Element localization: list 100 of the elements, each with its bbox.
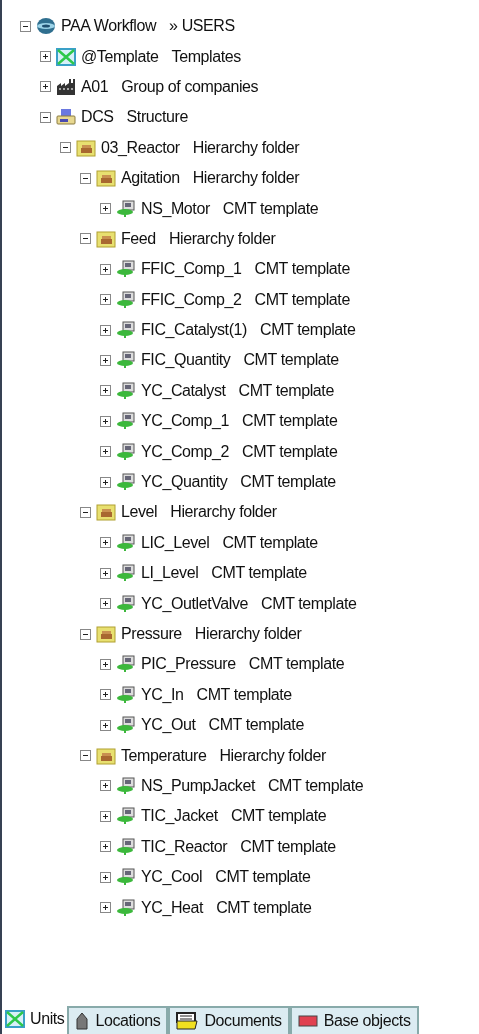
expand-icon[interactable] — [100, 598, 111, 610]
folder-icon — [96, 625, 116, 643]
expand-icon[interactable] — [40, 51, 51, 63]
expand-icon[interactable] — [100, 537, 111, 549]
item-type: CMT template — [242, 411, 338, 432]
item-name[interactable]: FFIC_Comp_1 — [141, 257, 242, 282]
expand-icon[interactable] — [100, 294, 111, 306]
item-type: CMT template — [208, 715, 304, 736]
expand-icon[interactable] — [100, 355, 111, 366]
pump-icon — [116, 473, 136, 492]
item-type: CMT template — [196, 684, 292, 705]
item-type: » USERS — [169, 16, 235, 37]
item-type: CMT template — [242, 441, 338, 462]
collapse-icon[interactable] — [20, 20, 31, 32]
house-icon — [75, 1012, 90, 1030]
item-name[interactable]: FFIC_Comp_2 — [141, 287, 242, 312]
collapse-icon[interactable] — [40, 111, 51, 123]
item-name[interactable]: Level — [121, 500, 158, 525]
item-name[interactable]: LIC_Level — [141, 530, 210, 555]
collapse-icon[interactable] — [80, 506, 91, 518]
item-name[interactable]: A01 — [81, 74, 109, 99]
item-name[interactable]: Agitation — [121, 166, 180, 191]
item-type: Hierarchy folder — [168, 228, 276, 249]
item-name[interactable]: YC_Out — [141, 713, 196, 738]
item-name[interactable]: NS_Motor — [141, 196, 210, 221]
tab[interactable]: Locations — [67, 1006, 169, 1034]
expand-icon[interactable] — [100, 446, 111, 458]
item-name[interactable]: YC_Cool — [141, 865, 203, 890]
collapse-icon[interactable] — [60, 142, 71, 154]
tab[interactable]: Base objects — [289, 1006, 419, 1034]
item-type: CMT template — [222, 532, 318, 553]
expand-icon[interactable] — [100, 476, 111, 488]
expand-icon[interactable] — [100, 203, 111, 215]
item-name[interactable]: YC_In — [141, 682, 184, 707]
item-name[interactable]: PIC_Pressure — [141, 652, 236, 677]
pump-icon — [116, 533, 136, 552]
expand-icon[interactable] — [100, 263, 111, 275]
expand-icon[interactable] — [100, 841, 111, 853]
collapse-icon[interactable] — [80, 628, 91, 640]
item-name[interactable]: FIC_Quantity — [141, 348, 231, 373]
item-name[interactable]: PAA Workflow — [61, 14, 157, 39]
printer-icon — [56, 108, 76, 127]
expand-icon[interactable] — [100, 689, 111, 701]
pump-icon — [116, 564, 136, 583]
item-name[interactable]: YC_Comp_1 — [141, 409, 229, 434]
item-name[interactable]: DCS — [81, 105, 114, 130]
expand-icon[interactable] — [100, 658, 111, 670]
collapse-icon[interactable] — [80, 172, 91, 184]
item-type: CMT template — [261, 593, 357, 614]
item-name[interactable]: TIC_Reactor — [141, 834, 228, 859]
collapse-icon[interactable] — [80, 750, 91, 762]
pump-icon — [116, 260, 136, 279]
pump-icon — [116, 807, 136, 826]
item-name[interactable]: YC_Comp_2 — [141, 439, 229, 464]
item-type: CMT template — [267, 775, 364, 796]
item-name[interactable]: Temperature — [121, 743, 207, 768]
item-name[interactable]: TIC_Jacket — [141, 804, 218, 829]
expand-icon[interactable] — [40, 81, 51, 93]
pump-icon — [116, 351, 136, 370]
expand-icon[interactable] — [100, 324, 111, 336]
expand-icon[interactable] — [100, 719, 111, 731]
expand-icon[interactable] — [100, 871, 111, 883]
pump-icon — [116, 837, 136, 856]
item-name[interactable]: YC_Catalyst — [141, 378, 226, 403]
item-name[interactable]: YC_Heat — [141, 895, 204, 920]
pump-icon — [116, 412, 136, 431]
item-name[interactable]: YC_Quantity — [141, 470, 228, 495]
item-name[interactable]: 03_Reactor — [101, 135, 180, 160]
item-type: Hierarchy folder — [194, 624, 302, 644]
expand-icon[interactable] — [100, 567, 111, 579]
expand-icon[interactable] — [100, 385, 111, 397]
expand-icon[interactable] — [100, 415, 111, 427]
pump-icon — [116, 381, 136, 400]
pump-icon — [116, 868, 136, 887]
item-type: CMT template — [248, 654, 345, 675]
tab[interactable]: Documents — [168, 1006, 290, 1034]
pump-icon — [116, 776, 136, 795]
folder-icon — [76, 138, 96, 157]
item-type: Hierarchy folder — [192, 168, 300, 189]
item-name[interactable]: Feed — [121, 226, 156, 251]
expand-icon[interactable] — [100, 780, 111, 792]
expand-icon[interactable] — [100, 902, 111, 913]
pump-icon — [116, 716, 136, 735]
crossed-box-icon — [5, 1009, 25, 1028]
item-name[interactable]: Pressure — [121, 622, 182, 646]
item-name[interactable]: FIC_Catalyst(1) — [141, 318, 248, 343]
expand-icon[interactable] — [100, 810, 111, 822]
item-name[interactable]: LI_Level — [141, 561, 199, 586]
pump-icon — [116, 685, 136, 704]
item-type: CMT template — [230, 806, 327, 827]
item-type: CMT template — [238, 380, 334, 401]
folder-icon — [176, 1012, 199, 1030]
pump-icon — [116, 290, 136, 309]
collapse-icon[interactable] — [80, 233, 91, 245]
folder-icon — [96, 169, 116, 188]
folder-icon — [96, 746, 116, 765]
item-name[interactable]: YC_OutletValve — [141, 591, 249, 616]
item-name[interactable]: NS_PumpJacket — [141, 773, 255, 798]
item-name[interactable]: @Template — [81, 44, 159, 69]
item-type: CMT template — [240, 472, 336, 493]
